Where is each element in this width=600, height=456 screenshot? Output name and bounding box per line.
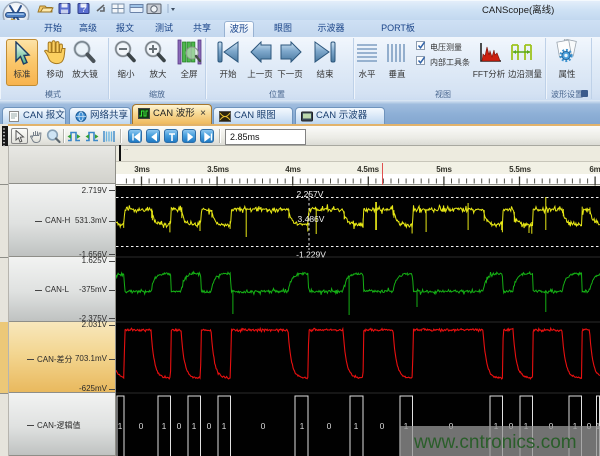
svg-text:3.486V: 3.486V <box>298 214 325 224</box>
svg-text:-1.229V: -1.229V <box>296 250 326 260</box>
svg-text:1: 1 <box>300 421 305 431</box>
svg-text:1: 1 <box>354 421 359 431</box>
svg-text:0: 0 <box>177 421 182 431</box>
svg-text:0: 0 <box>380 421 385 431</box>
svg-text:1: 1 <box>118 421 123 431</box>
svg-text:1: 1 <box>162 421 167 431</box>
svg-text:0: 0 <box>139 421 144 431</box>
svg-text:1: 1 <box>222 421 227 431</box>
svg-text:2.257V: 2.257V <box>297 189 324 199</box>
svg-text:0: 0 <box>207 421 212 431</box>
svg-text:0: 0 <box>327 421 332 431</box>
svg-text:0: 0 <box>261 421 266 431</box>
svg-text:?: ? <box>82 5 87 14</box>
svg-text:www.cntronics.com: www.cntronics.com <box>413 432 577 453</box>
svg-text:1: 1 <box>192 421 197 431</box>
